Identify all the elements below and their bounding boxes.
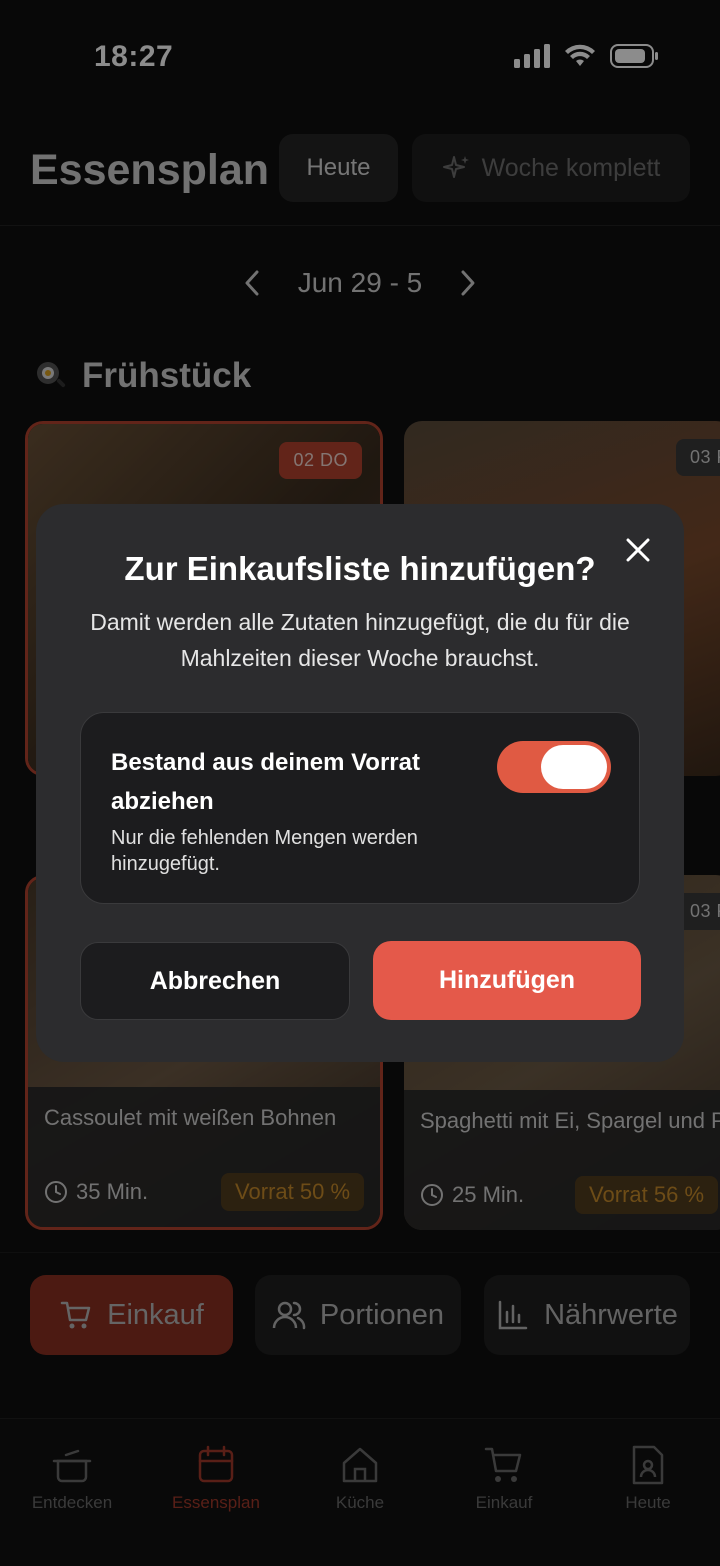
close-icon[interactable] (622, 534, 654, 566)
add-to-shopping-list-dialog: Zur Einkaufsliste hinzufügen? Damit werd… (36, 504, 684, 1062)
dialog-title: Zur Einkaufsliste hinzufügen? (124, 550, 596, 587)
option-title: Bestand aus deinem Vorrat abziehen (111, 749, 420, 815)
deduct-pantry-toggle[interactable] (497, 741, 611, 793)
confirm-add-button[interactable]: Hinzufügen (373, 941, 641, 1020)
deduct-pantry-option: Bestand aus deinem Vorrat abziehen Nur d… (80, 712, 640, 904)
dialog-description: Damit werden alle Zutaten hinzugefügt, d… (90, 609, 630, 671)
cancel-button[interactable]: Abbrechen (80, 942, 350, 1020)
toggle-knob (541, 745, 607, 789)
option-subtitle: Nur die fehlenden Mengen werden hinzugef… (111, 827, 418, 875)
